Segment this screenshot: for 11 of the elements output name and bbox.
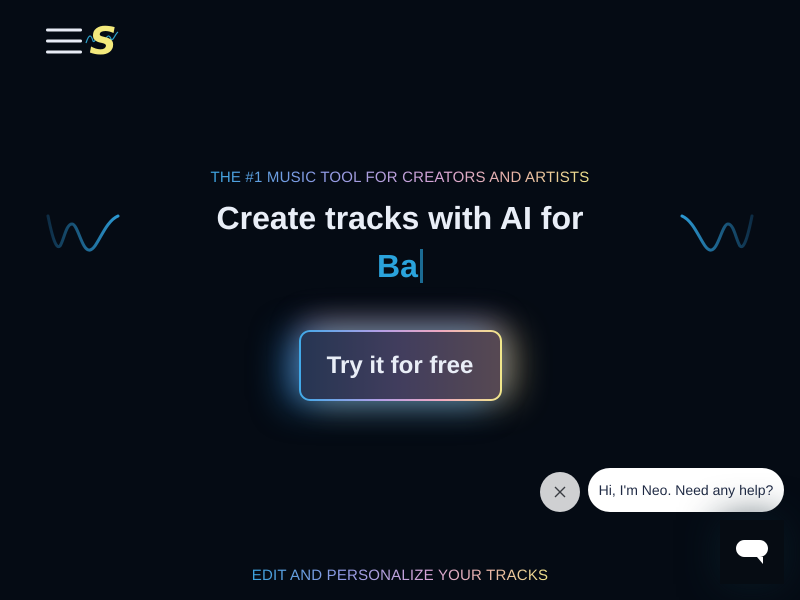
chat-button[interactable] <box>720 520 784 584</box>
try-free-button[interactable]: Try it for free <box>298 330 502 401</box>
chat-greeting-bubble[interactable]: Hi, I'm Neo. Need any help? <box>588 468 784 512</box>
text-cursor-icon <box>420 249 423 283</box>
typed-text: Ba <box>377 247 418 286</box>
close-icon <box>554 486 566 498</box>
close-button[interactable] <box>540 472 580 512</box>
headline: Create tracks with AI for <box>216 199 584 238</box>
chat-bubble-icon <box>735 539 769 565</box>
menu-icon <box>46 28 82 54</box>
menu-button[interactable] <box>46 28 82 54</box>
